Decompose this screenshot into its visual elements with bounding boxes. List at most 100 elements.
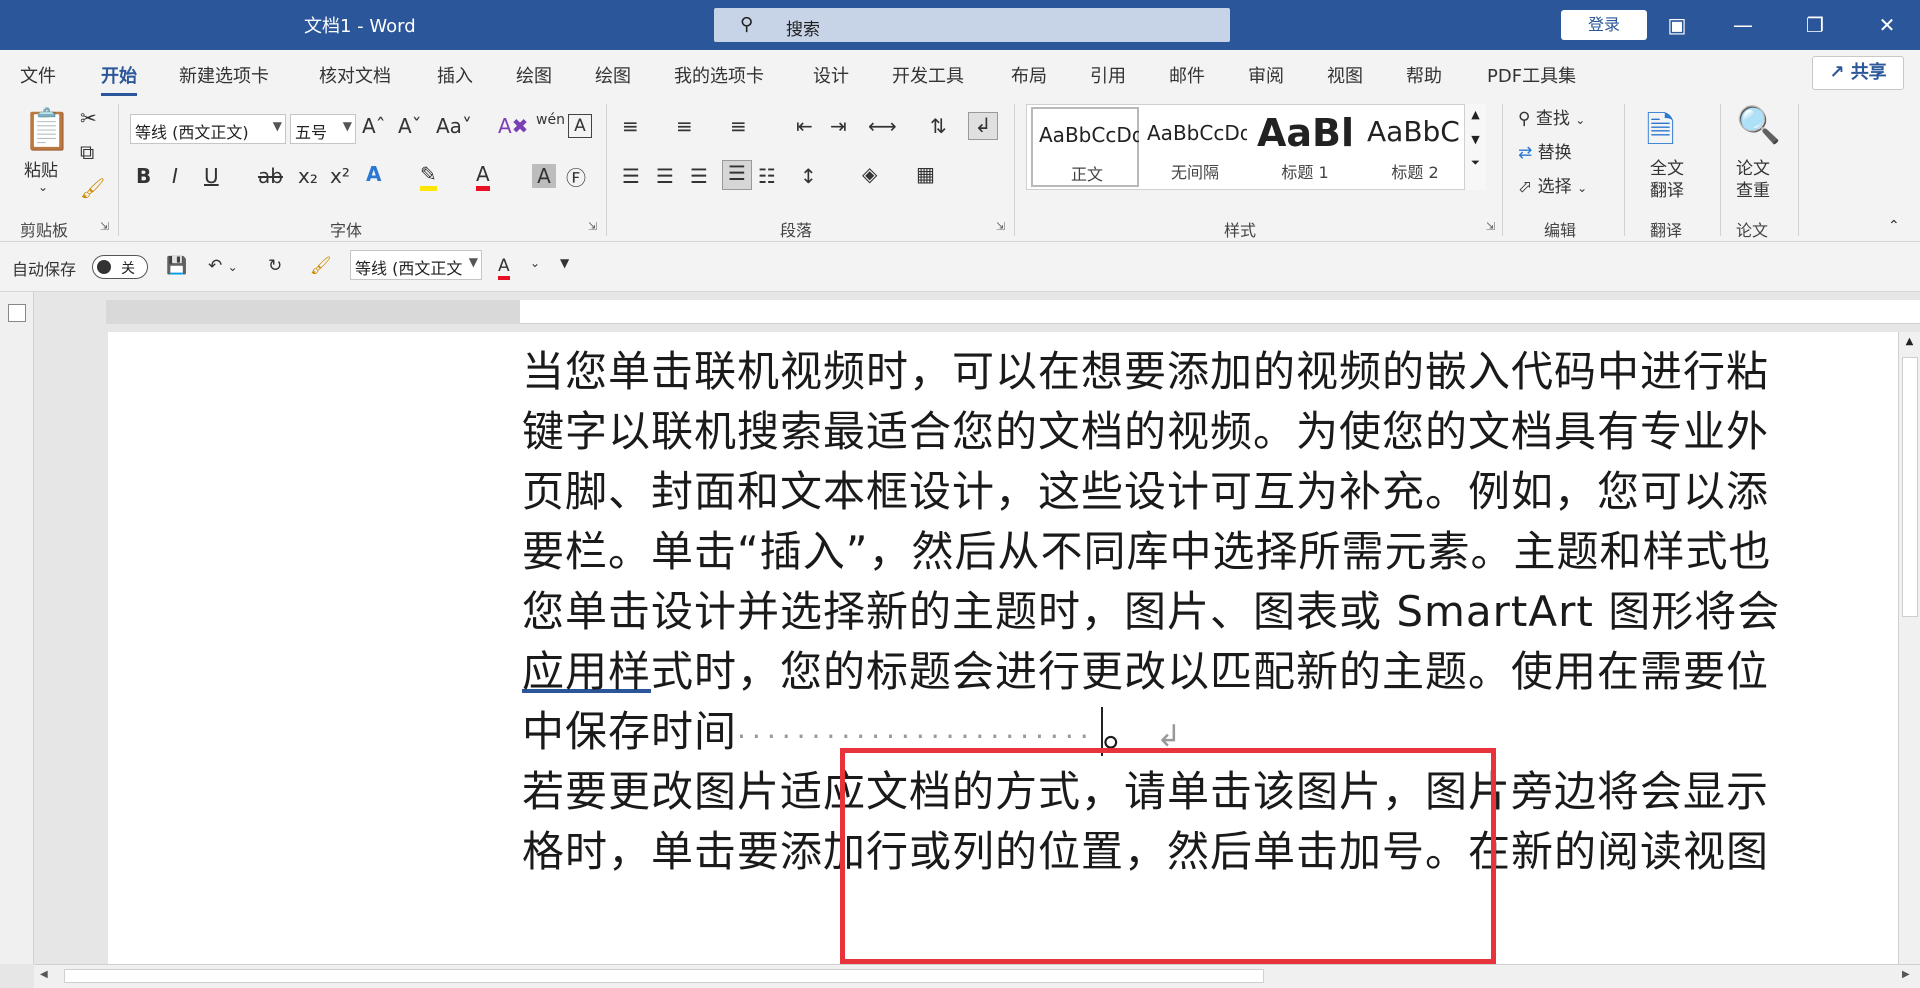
paste-label[interactable]: 粘贴 [24,156,58,181]
tab-draw-2[interactable]: 绘图 [595,62,631,88]
sort-icon[interactable]: ⇅ [930,114,947,138]
strikethrough-icon[interactable]: ab [258,164,283,188]
translate-line2[interactable]: 翻译 [1650,176,1684,201]
qat-font-combo[interactable]: 等线 (西文正文 ▼ [350,250,482,280]
subscript-icon[interactable]: x₂ [298,164,318,188]
horizontal-scrollbar[interactable]: ◀ ▶ [34,964,1920,988]
document-page[interactable]: 当您单击联机视频时，可以在想要添加的视频的嵌入代码中进行粘 键字以联机搜索最适合… [108,332,1920,964]
italic-icon[interactable]: I [172,164,178,188]
login-button[interactable]: 登录 [1561,10,1647,40]
styles-launcher-icon[interactable]: ⇲ [1486,220,1495,233]
borders-icon[interactable]: ▦ [916,162,935,186]
underline-icon[interactable]: U [204,164,219,188]
tab-view[interactable]: 视图 [1327,62,1363,88]
numbering-icon[interactable]: ≡ [676,114,693,138]
bold-icon[interactable]: B [136,164,151,188]
select-button[interactable]: ⬀ 选择 ⌄ [1518,172,1587,197]
tab-review-doc[interactable]: 核对文档 [319,62,391,88]
tab-layout[interactable]: 布局 [1011,62,1047,88]
tab-draw-1[interactable]: 绘图 [516,62,552,88]
tab-new-tab[interactable]: 新建选项卡 [179,62,269,88]
chevron-down-icon[interactable]: ▼ [1465,133,1486,146]
enclose-characters-icon[interactable]: Ⓕ [566,162,586,191]
grow-font-icon[interactable]: Aˆ [362,114,386,138]
phonetic-guide-icon[interactable]: wén [536,112,565,128]
tab-selector[interactable] [8,304,26,322]
paper-check-icon[interactable]: 🔍 [1736,104,1781,146]
vertical-scroll-thumb[interactable] [1901,357,1918,617]
paragraph-launcher-icon[interactable]: ⇲ [996,220,1005,233]
increase-indent-icon[interactable]: ⇥ [830,114,847,138]
redo-icon[interactable]: ↻ [268,256,282,276]
character-border-icon[interactable]: A [568,114,592,138]
tab-help[interactable]: 帮助 [1406,62,1442,88]
ribbon-display-icon[interactable]: ▣ [1662,10,1692,40]
collapse-ribbon-icon[interactable]: ⌃ [1888,218,1900,234]
format-painter-icon[interactable]: 🖌 [310,256,332,276]
chevron-down-icon[interactable]: ⌄ [530,256,540,270]
tab-insert[interactable]: 插入 [437,62,473,88]
find-button[interactable]: ⚲ 查找 ⌄ [1518,104,1585,129]
vertical-scrollbar[interactable]: ▲ [1898,332,1920,964]
paste-dropdown-icon[interactable]: ⌄ [38,180,48,194]
change-case-icon[interactable]: Aa˅ [436,114,472,138]
justify-icon[interactable]: ☰ [722,160,752,190]
undo-icon[interactable]: ↶ ⌄ [208,256,238,276]
save-icon[interactable]: 💾 [166,256,187,276]
tab-mailings[interactable]: 邮件 [1169,62,1205,88]
line-spacing-icon[interactable]: ↕ [800,164,817,188]
font-color-icon[interactable]: A [476,162,490,191]
tab-pdf-tools[interactable]: PDF工具集 [1487,62,1576,88]
format-painter-icon[interactable]: 🖌 [80,176,105,200]
font-size-combo[interactable]: 五号 ▼ [290,114,356,144]
scroll-left-icon[interactable]: ◀ [40,969,48,980]
font-launcher-icon[interactable]: ⇲ [588,220,597,233]
cut-icon[interactable]: ✂ [80,106,97,130]
align-center-icon[interactable]: ☰ [656,164,674,188]
search-box[interactable]: ⚲ 搜索 [714,8,1230,42]
show-marks-icon[interactable]: ↲ [968,112,998,140]
customize-qat-icon[interactable]: ▼ [560,256,569,270]
align-right-icon[interactable]: ☰ [690,164,708,188]
align-left-icon[interactable]: ☰ [622,164,640,188]
paste-icon[interactable]: 📋 [22,106,72,153]
decrease-indent-icon[interactable]: ⇤ [796,114,813,138]
tab-references[interactable]: 引用 [1090,62,1126,88]
tab-review[interactable]: 审阅 [1248,62,1284,88]
chinese-layout-icon[interactable]: ⟷ [868,114,897,138]
copy-icon[interactable]: ⧉ [80,140,94,164]
shading-icon[interactable]: ◈ [862,162,877,186]
clipboard-launcher-icon[interactable]: ⇲ [100,220,109,233]
distributed-icon[interactable]: ☷ [758,164,776,188]
replace-button[interactable]: ⇄ 替换 [1518,138,1572,163]
highlight-icon[interactable]: ✎ [420,162,437,191]
text-effects-icon[interactable]: A [366,162,381,186]
superscript-icon[interactable]: x² [330,164,350,188]
scroll-up-icon[interactable]: ▲ [1899,336,1920,347]
restore-icon[interactable]: ❐ [1800,10,1830,40]
style-normal[interactable]: AaBbCcDd 正文 [1031,107,1139,187]
styles-scroll[interactable]: ▲ ▼ ⏷ [1464,104,1486,190]
scroll-right-icon[interactable]: ▶ [1902,969,1910,980]
horizontal-scroll-thumb[interactable] [64,969,1264,983]
font-name-combo[interactable]: 等线 (西文正文) ▼ [130,114,286,144]
style-heading-2[interactable]: AaBbC 标题 2 [1361,107,1469,187]
tab-developer[interactable]: 开发工具 [892,62,964,88]
font-color-icon[interactable]: A [498,256,510,280]
autosave-toggle[interactable]: 关 [92,255,148,279]
tab-my-tab[interactable]: 我的选项卡 [674,62,764,88]
clear-format-icon[interactable]: A✖ [498,114,528,138]
style-no-spacing[interactable]: AaBbCcDd 无间隔 [1141,107,1249,187]
expand-icon[interactable]: ⏷ [1465,156,1486,170]
paper-line2[interactable]: 查重 [1736,176,1770,201]
tab-design[interactable]: 设计 [813,62,849,88]
character-shading-icon[interactable]: A [532,164,556,188]
bullets-icon[interactable]: ≡ [622,114,639,138]
chevron-up-icon[interactable]: ▲ [1465,108,1486,121]
shrink-font-icon[interactable]: Aˇ [398,114,422,138]
close-icon[interactable]: ✕ [1872,10,1902,40]
tab-home[interactable]: 开始 [101,62,137,96]
multilevel-list-icon[interactable]: ≡ [730,114,747,138]
tab-file[interactable]: 文件 [20,62,56,88]
style-heading-1[interactable]: AaBl 标题 1 [1251,107,1359,187]
